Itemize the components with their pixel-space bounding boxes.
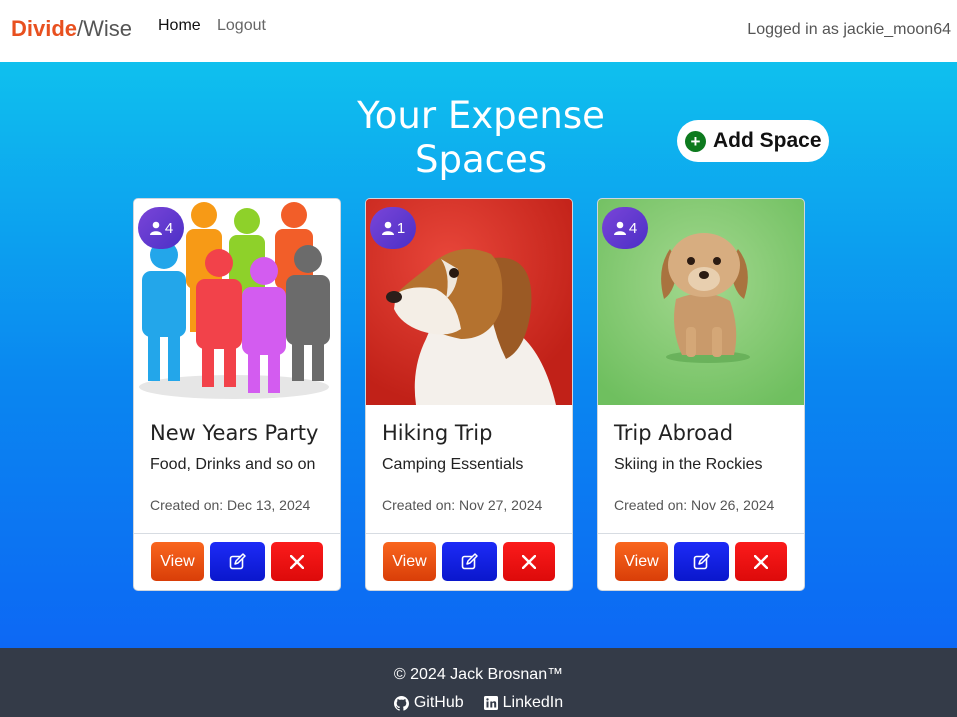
member-count-badge: 4 (602, 207, 648, 249)
member-count-badge: 4 (138, 207, 184, 249)
view-button[interactable]: View (151, 542, 204, 581)
nav-logout-link[interactable]: Logout (217, 17, 266, 35)
main-section: Your Expense Spaces + Add Space 4 New Ye… (0, 62, 957, 648)
space-title: New Years Party (150, 421, 319, 445)
add-space-button[interactable]: + Add Space (677, 120, 829, 162)
space-title: Hiking Trip (382, 421, 493, 445)
github-icon (393, 695, 409, 711)
view-button[interactable]: View (615, 542, 668, 581)
card-divider (134, 533, 340, 534)
page-title: Your Expense Spaces (300, 94, 662, 182)
edit-icon (693, 553, 710, 570)
linkedin-link[interactable]: LinkedIn (483, 694, 564, 712)
edit-icon (229, 553, 246, 570)
member-count: 4 (164, 219, 174, 237)
space-card: 4 New Years Party Food, Drinks and so on… (133, 198, 341, 591)
member-count: 1 (396, 219, 406, 237)
user-icon (381, 221, 394, 235)
close-icon (754, 554, 768, 569)
page-title-line1: Your Expense (357, 94, 605, 137)
card-divider (598, 533, 804, 534)
nav-home-link[interactable]: Home (158, 17, 201, 35)
add-space-label: Add Space (713, 129, 822, 152)
footer-links: GitHub LinkedIn (0, 694, 957, 712)
space-title: Trip Abroad (614, 421, 734, 445)
linkedin-icon (483, 696, 498, 710)
user-icon (149, 221, 162, 235)
linkedin-label: LinkedIn (502, 694, 564, 711)
logged-in-status: Logged in as jackie_moon64 (747, 21, 951, 38)
user-icon (613, 221, 626, 235)
brand-part2: /Wise (77, 16, 133, 41)
space-description: Skiing in the Rockies (614, 456, 763, 473)
member-count: 4 (628, 219, 638, 237)
close-icon (290, 554, 304, 569)
edit-icon (461, 553, 478, 570)
plus-circle-icon: + (685, 130, 706, 152)
github-link[interactable]: GitHub (393, 694, 464, 712)
edit-button[interactable] (210, 542, 265, 581)
close-icon (522, 554, 536, 569)
delete-button[interactable] (503, 542, 555, 581)
space-created-date: Created on: Nov 26, 2024 (614, 497, 775, 513)
navbar: Divide/Wise Home Logout Logged in as jac… (0, 0, 957, 62)
space-description: Camping Essentials (382, 456, 524, 473)
space-card: 1 Hiking Trip Camping Essentials Created… (365, 198, 573, 591)
delete-button[interactable] (271, 542, 323, 581)
card-divider (366, 533, 572, 534)
delete-button[interactable] (735, 542, 787, 581)
copyright-text: © 2024 Jack Brosnan™ (393, 666, 564, 683)
view-button[interactable]: View (383, 542, 436, 581)
brand-logo[interactable]: Divide/Wise (11, 16, 132, 42)
page-title-line2: Spaces (414, 138, 548, 181)
member-count-badge: 1 (370, 207, 416, 249)
space-created-date: Created on: Nov 27, 2024 (382, 497, 543, 513)
space-card: 4 Trip Abroad Skiing in the Rockies Crea… (597, 198, 805, 591)
space-description: Food, Drinks and so on (150, 456, 316, 473)
space-created-date: Created on: Dec 13, 2024 (150, 497, 311, 513)
edit-button[interactable] (674, 542, 729, 581)
edit-button[interactable] (442, 542, 497, 581)
github-label: GitHub (413, 694, 464, 711)
footer: © 2024 Jack Brosnan™ GitHub LinkedIn (0, 648, 957, 717)
brand-part1: Divide (11, 16, 78, 41)
